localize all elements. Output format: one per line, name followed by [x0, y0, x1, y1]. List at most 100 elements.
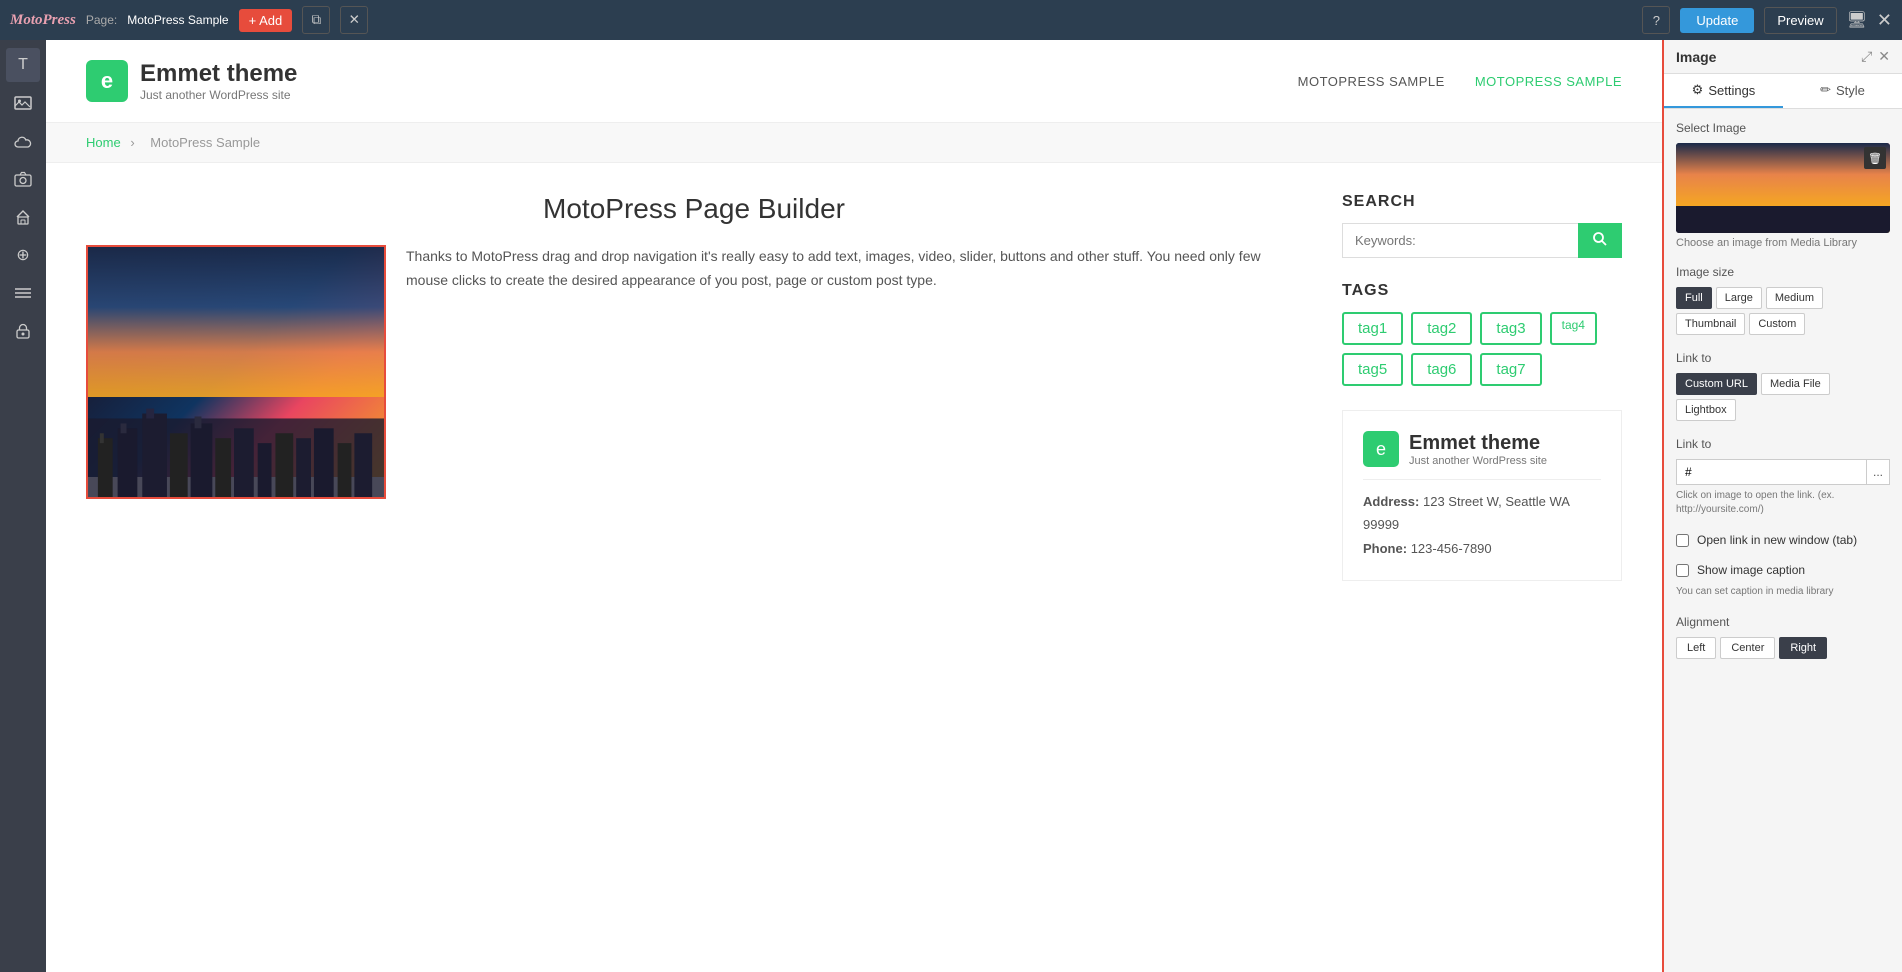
content-text: Thanks to MotoPress drag and drop naviga… [406, 245, 1302, 293]
add-button[interactable]: + Add [239, 9, 293, 32]
size-large[interactable]: Large [1716, 287, 1762, 309]
site-subtitle: Just another WordPress site [140, 88, 297, 102]
choose-image-text: Choose an image from Media Library [1676, 237, 1890, 249]
link-media-file[interactable]: Media File [1761, 373, 1830, 395]
link-custom-url[interactable]: Custom URL [1676, 373, 1757, 395]
page-content: MotoPress Page Builder [46, 163, 1662, 611]
delete-image-button[interactable]: 🗑 [1864, 147, 1886, 169]
sidebar-icon-text[interactable]: T [6, 48, 40, 82]
footer-logo: e Emmet theme Just another WordPress sit… [1363, 431, 1601, 467]
site-logo-area: e Emmet theme Just another WordPress sit… [86, 60, 297, 102]
page-name: MotoPress Sample [127, 13, 228, 27]
help-button[interactable]: ? [1642, 6, 1670, 34]
panel-header-icons: ⤢ ✕ [1861, 48, 1890, 65]
sidebar-icon-camera[interactable] [6, 162, 40, 196]
alignment-section: Alignment Left Center Right [1676, 615, 1890, 659]
search-button[interactable] [1578, 223, 1622, 258]
tab-settings-label: Settings [1708, 83, 1755, 98]
nav-item-1[interactable]: MOTOPRESS SAMPLE [1298, 74, 1445, 89]
open-new-window-label[interactable]: Open link in new window (tab) [1697, 533, 1857, 547]
top-bar: MotoPress Page: MotoPress Sample + Add ⧉… [0, 0, 1902, 40]
search-box [1342, 223, 1622, 258]
site-nav: MOTOPRESS SAMPLE MOTOPRESS SAMPLE [1298, 74, 1622, 89]
open-new-window-checkbox[interactable] [1676, 534, 1689, 547]
panel-title: Image [1676, 49, 1716, 65]
motopress-logo: MotoPress [10, 12, 76, 29]
content-row: Thanks to MotoPress drag and drop naviga… [86, 245, 1302, 499]
tag-tag2[interactable]: tag2 [1411, 312, 1472, 345]
tag-tag4[interactable]: tag4 [1550, 312, 1597, 345]
tag-tag7[interactable]: tag7 [1480, 353, 1541, 386]
link-dots-button[interactable]: ... [1866, 459, 1890, 485]
page-label: Page: [86, 13, 117, 27]
right-panel: Image ⤢ ✕ ⚙ Settings ✏ Style Select Imag… [1662, 40, 1902, 972]
footer-info: Address: 123 Street W, Seattle WA 99999 … [1363, 490, 1601, 560]
link-input-section: Link to ... Click on image to open the l… [1676, 437, 1890, 517]
footer-logo-title: Emmet theme [1409, 432, 1547, 455]
tag-tag3[interactable]: tag3 [1480, 312, 1541, 345]
footer-logo-icon: e [1363, 431, 1399, 467]
select-image-section: Select Image 🗑 Choose an image from Medi… [1676, 121, 1890, 249]
image-block[interactable] [86, 245, 386, 499]
content-sidebar: SEARCH TAGS tag1 tag2 tag3 tag4 tag5 [1342, 193, 1622, 581]
preview-button[interactable]: Preview [1764, 7, 1836, 34]
tag-tag1[interactable]: tag1 [1342, 312, 1403, 345]
image-preview[interactable]: 🗑 [1676, 143, 1890, 233]
image-size-label: Image size [1676, 265, 1890, 279]
link-hint: Click on image to open the link. (ex. ht… [1676, 489, 1890, 517]
link-url-input[interactable] [1676, 459, 1866, 485]
size-full[interactable]: Full [1676, 287, 1712, 309]
align-right[interactable]: Right [1779, 637, 1827, 659]
search-widget-title: SEARCH [1342, 193, 1622, 211]
update-button[interactable]: Update [1680, 8, 1754, 33]
link-input-row: ... [1676, 459, 1890, 485]
sidebar-icon-menu[interactable] [6, 276, 40, 310]
panel-header: Image ⤢ ✕ [1664, 40, 1902, 74]
show-caption-section: Show image caption You can set caption i… [1676, 563, 1890, 599]
exit-button[interactable]: ✕ [1877, 10, 1892, 31]
show-caption-checkbox[interactable] [1676, 564, 1689, 577]
sidebar-icon-home[interactable] [6, 200, 40, 234]
sidebar-icon-wp[interactable]: ⊕ [6, 238, 40, 272]
duplicate-button[interactable]: ⧉ [302, 6, 330, 34]
align-left[interactable]: Left [1676, 637, 1716, 659]
panel-close-button[interactable]: ✕ [1878, 48, 1890, 65]
breadcrumb-home[interactable]: Home [86, 135, 121, 150]
tags-widget-title: TAGS [1342, 282, 1622, 300]
style-icon: ✏ [1820, 82, 1831, 98]
responsive-button[interactable]: 🖥 [1847, 10, 1867, 30]
site-title: Emmet theme [140, 60, 297, 88]
tab-style-label: Style [1836, 83, 1865, 98]
size-thumbnail[interactable]: Thumbnail [1676, 313, 1745, 335]
panel-tabs: ⚙ Settings ✏ Style [1664, 74, 1902, 109]
image-size-section: Image size Full Large Medium Thumbnail C… [1676, 265, 1890, 335]
breadcrumb: Home › MotoPress Sample [46, 123, 1662, 163]
panel-expand-button[interactable]: ⤢ [1861, 48, 1872, 65]
site-logo-icon: e [86, 60, 128, 102]
size-medium[interactable]: Medium [1766, 287, 1823, 309]
sidebar-icon-lock[interactable] [6, 314, 40, 348]
tab-style[interactable]: ✏ Style [1783, 74, 1902, 108]
close-page-button[interactable]: ✕ [340, 6, 368, 34]
settings-icon: ⚙ [1692, 82, 1704, 98]
link-to-section: Link to Custom URL Media File Lightbox [1676, 351, 1890, 421]
main-content: e Emmet theme Just another WordPress sit… [46, 40, 1662, 972]
tag-tag5[interactable]: tag5 [1342, 353, 1403, 386]
link-lightbox[interactable]: Lightbox [1676, 399, 1736, 421]
sidebar-icon-image[interactable] [6, 86, 40, 120]
show-caption-row: Show image caption [1676, 563, 1890, 577]
tab-settings[interactable]: ⚙ Settings [1664, 74, 1783, 108]
size-custom[interactable]: Custom [1749, 313, 1805, 335]
tag-tag6[interactable]: tag6 [1411, 353, 1472, 386]
align-center[interactable]: Center [1720, 637, 1775, 659]
search-input[interactable] [1342, 223, 1578, 258]
link-to-buttons: Custom URL Media File Lightbox [1676, 373, 1890, 421]
breadcrumb-current: MotoPress Sample [150, 135, 260, 150]
show-caption-label[interactable]: Show image caption [1697, 563, 1805, 577]
caption-hint: You can set caption in media library [1676, 585, 1890, 599]
sidebar-icon-cloud[interactable] [6, 124, 40, 158]
nav-item-2[interactable]: MOTOPRESS SAMPLE [1475, 74, 1622, 89]
open-new-window-row: Open link in new window (tab) [1676, 533, 1890, 547]
tags-container: tag1 tag2 tag3 tag4 tag5 tag6 tag7 [1342, 312, 1622, 386]
footer-divider [1363, 479, 1601, 480]
